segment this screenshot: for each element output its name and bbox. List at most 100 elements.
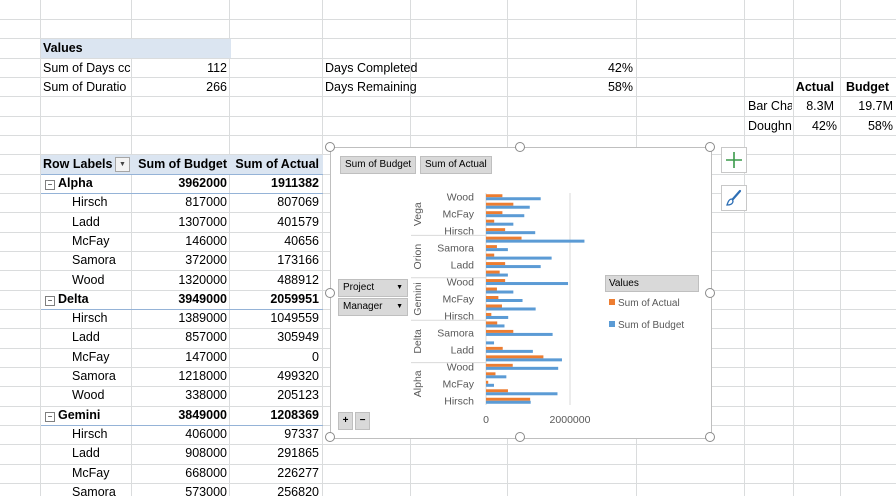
pivot-budget-value[interactable]: 3949000 (131, 290, 227, 309)
resize-handle-nw[interactable] (325, 142, 335, 152)
pivot-budget-value[interactable]: 1389000 (131, 309, 227, 328)
values-row-value[interactable]: 112 (131, 59, 227, 78)
pivot-budget-value[interactable]: 817000 (131, 193, 227, 212)
pivot-group-label[interactable]: − Delta (43, 290, 131, 309)
pivot-group-label[interactable]: − Gemini (43, 406, 131, 425)
pivot-actual-value[interactable]: 2059951 (229, 290, 319, 309)
bar-actual (486, 228, 506, 232)
brush-icon (726, 189, 742, 206)
resize-handle-se[interactable] (705, 432, 715, 442)
resize-handle-e[interactable] (705, 288, 715, 298)
chart-legend[interactable]: Values Sum of Actual Sum of Budget (605, 275, 699, 333)
summary-row-actual[interactable]: 42% (793, 117, 837, 136)
resize-handle-sw[interactable] (325, 432, 335, 442)
legend-item-actual[interactable]: Sum of Actual (605, 297, 699, 311)
resize-handle-n[interactable] (515, 142, 525, 152)
pivot-budget-value[interactable]: 1320000 (131, 271, 227, 290)
pivot-item-label[interactable]: Samora (43, 483, 132, 502)
pivot-actual-value[interactable]: 0 (229, 348, 319, 367)
pivot-item-label[interactable]: Samora (43, 251, 132, 270)
days-completed-label[interactable]: Days Completed (325, 59, 505, 78)
pivot-item-label[interactable]: Hirsch (43, 309, 132, 328)
pivot-actual-value[interactable]: 226277 (229, 464, 319, 483)
pivot-actual-value[interactable]: 401579 (229, 213, 319, 232)
summary-row-budget[interactable]: 58% (839, 117, 893, 136)
pivot-budget-value[interactable]: 372000 (131, 251, 227, 270)
collapse-icon[interactable]: − (45, 180, 55, 190)
pivot-item-label[interactable]: Wood (43, 271, 132, 290)
summary-row-label[interactable]: Doughn (748, 117, 792, 136)
pivot-actual-value[interactable]: 291865 (229, 444, 319, 463)
pivot-budget-value[interactable]: 1218000 (131, 367, 227, 386)
pivot-budget-value[interactable]: 908000 (131, 444, 227, 463)
pivot-actual-value[interactable]: 40656 (229, 232, 319, 251)
pivot-budget-value[interactable]: 147000 (131, 348, 227, 367)
collapse-field-button[interactable]: − (355, 412, 370, 430)
values-row-label[interactable]: Sum of Duratio (43, 78, 131, 97)
pivot-budget-value[interactable]: 338000 (131, 386, 227, 405)
days-remaining-label[interactable]: Days Remaining (325, 78, 505, 97)
values-row-value[interactable]: 266 (131, 78, 227, 97)
pivot-actual-value[interactable]: 488912 (229, 271, 319, 290)
pivot-header-actual[interactable]: Sum of Actual (229, 155, 319, 174)
pivot-budget-value[interactable]: 3849000 (131, 406, 227, 425)
pivot-group-label[interactable]: − Alpha (43, 174, 131, 193)
pivot-actual-value[interactable]: 305949 (229, 328, 319, 347)
pivot-actual-value[interactable]: 173166 (229, 251, 319, 270)
bar-budget (486, 341, 495, 345)
pivot-budget-value[interactable]: 1307000 (131, 213, 227, 232)
pivot-item-label[interactable]: Samora (43, 367, 132, 386)
pivot-actual-value[interactable]: 1911382 (229, 174, 319, 193)
values-header[interactable]: Values (41, 39, 231, 58)
summary-row-budget[interactable]: 19.7M (839, 97, 893, 116)
bar-budget (486, 256, 552, 260)
resize-handle-w[interactable] (325, 288, 335, 298)
legend-item-budget[interactable]: Sum of Budget (605, 319, 699, 333)
pivot-item-label[interactable]: McFay (43, 464, 132, 483)
pivot-budget-value[interactable]: 857000 (131, 328, 227, 347)
pivot-actual-value[interactable]: 256820 (229, 483, 319, 502)
pivot-budget-value[interactable]: 406000 (131, 425, 227, 444)
pivot-item-label[interactable]: Hirsch (43, 193, 132, 212)
pivot-actual-value[interactable]: 807069 (229, 193, 319, 212)
pivot-actual-value[interactable]: 1049559 (229, 309, 319, 328)
row-labels-filter-button[interactable]: ▼ (115, 157, 130, 172)
resize-handle-s[interactable] (515, 432, 525, 442)
collapse-icon[interactable]: − (45, 295, 55, 306)
bar-budget (486, 239, 585, 243)
pivot-item-label[interactable]: Ladd (43, 328, 132, 347)
expand-field-button[interactable]: + (338, 412, 353, 430)
pivot-item-label[interactable]: Hirsch (43, 425, 132, 444)
pivot-budget-value[interactable]: 146000 (131, 232, 227, 251)
days-completed-value[interactable]: 42% (507, 59, 633, 78)
pivot-item-label[interactable]: Ladd (43, 444, 132, 463)
resize-handle-ne[interactable] (705, 142, 715, 152)
pivot-actual-value[interactable]: 1208369 (229, 406, 319, 425)
summary-header-budget[interactable]: Budget (839, 78, 889, 97)
pivot-chart[interactable]: Sum of Budget Sum of Actual Project ▼ Ma… (330, 147, 712, 439)
chart-elements-button[interactable] (721, 147, 747, 173)
bar-actual (486, 219, 495, 223)
values-row-label[interactable]: Sum of Days cc (43, 59, 131, 78)
pivot-item-label[interactable]: McFay (43, 348, 132, 367)
pivot-budget-value[interactable]: 573000 (131, 483, 227, 502)
collapse-icon[interactable]: − (45, 411, 55, 422)
pivot-item-label[interactable]: Wood (43, 386, 132, 405)
summary-header-actual[interactable]: Actual (793, 78, 834, 97)
pivot-actual-value[interactable]: 205123 (229, 386, 319, 405)
bar-budget (486, 273, 508, 277)
pivot-item-label[interactable]: McFay (43, 232, 132, 251)
bar-budget (486, 265, 541, 269)
days-remaining-value[interactable]: 58% (507, 78, 633, 97)
pivot-actual-value[interactable]: 499320 (229, 367, 319, 386)
pivot-budget-value[interactable]: 3962000 (131, 174, 227, 193)
category-axis-label: Hirsch (444, 395, 474, 407)
pivot-item-label[interactable]: Ladd (43, 213, 132, 232)
pivot-budget-value[interactable]: 668000 (131, 464, 227, 483)
pivot-header-row-labels[interactable]: Row Labels (43, 155, 113, 174)
chart-styles-button[interactable] (721, 185, 747, 211)
pivot-actual-value[interactable]: 97337 (229, 425, 319, 444)
pivot-header-budget[interactable]: Sum of Budget (131, 155, 227, 174)
summary-row-label[interactable]: Bar Cha (748, 97, 792, 116)
summary-row-actual[interactable]: 8.3M (793, 97, 834, 116)
